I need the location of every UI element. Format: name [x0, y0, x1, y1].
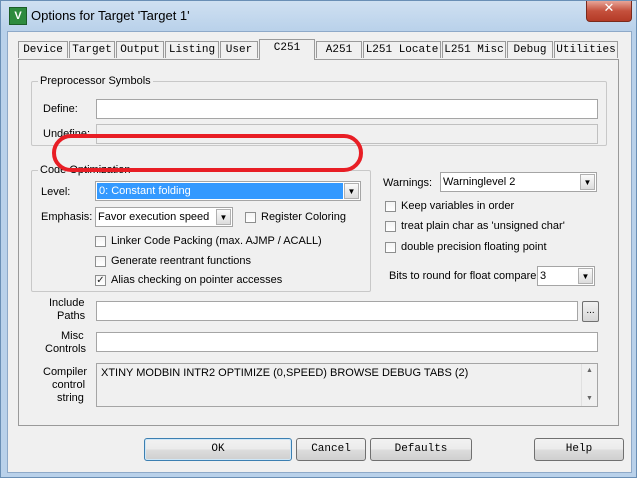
include-label-line1: Include	[49, 297, 85, 309]
warnings-label: Warnings:	[383, 177, 433, 189]
tab-target[interactable]: Target	[69, 41, 115, 58]
code-optimization-legend: Code Optimization	[40, 164, 131, 176]
compiler-label-line1: Compiler	[43, 366, 88, 378]
tab-l251-misc[interactable]: L251 Misc	[442, 41, 506, 58]
reentrant-checkbox[interactable]	[95, 256, 106, 267]
emphasis-select[interactable]: Favor execution speed ▼	[95, 207, 233, 227]
compiler-label-line2: control	[52, 379, 86, 391]
emphasis-label: Emphasis:	[41, 211, 93, 223]
include-label-line2: Paths	[57, 310, 86, 322]
tab-debug[interactable]: Debug	[507, 41, 553, 58]
bits-round-select[interactable]: 3 ▼	[537, 266, 595, 286]
dialog-client: Device Target Output Listing User C251 A…	[7, 31, 632, 473]
chevron-down-icon[interactable]: ▼	[578, 268, 593, 284]
chevron-down-icon[interactable]: ▼	[580, 174, 595, 190]
keep-variables-label: Keep variables in order	[401, 200, 515, 212]
emphasis-value: Favor execution speed	[98, 211, 210, 223]
preprocessor-legend: Preprocessor Symbols	[40, 75, 151, 87]
define-label: Define:	[43, 103, 78, 115]
define-input[interactable]	[96, 99, 598, 119]
optimization-level-value: 0: Constant folding	[97, 183, 343, 199]
level-label: Level:	[41, 186, 71, 198]
tab-user[interactable]: User	[220, 41, 258, 58]
compiler-control-string: XTINY MODBIN INTR2 OPTIMIZE (0,SPEED) BR…	[96, 363, 598, 407]
scroll-up-icon[interactable]: ▲	[582, 364, 597, 378]
close-button[interactable]: ✕	[586, 1, 632, 22]
reentrant-label: Generate reentrant functions	[111, 255, 252, 267]
linker-packing-label: Linker Code Packing (max. AJMP / ACALL)	[111, 235, 322, 247]
tab-listing[interactable]: Listing	[165, 41, 219, 58]
tab-output[interactable]: Output	[116, 41, 164, 58]
scroll-down-icon[interactable]: ▼	[582, 392, 597, 406]
misc-controls-input[interactable]	[96, 332, 598, 352]
bits-round-label: Bits to round for float compare:	[389, 270, 540, 282]
undefine-label: Undefine:	[43, 128, 91, 140]
compiler-string-text: XTINY MODBIN INTR2 OPTIMIZE (0,SPEED) BR…	[101, 367, 469, 379]
plain-char-checkbox[interactable]	[385, 221, 396, 232]
warnings-select[interactable]: Warninglevel 2 ▼	[440, 172, 597, 192]
compiler-string-scrollbar[interactable]: ▲ ▼	[581, 364, 597, 406]
defaults-button[interactable]: Defaults	[370, 438, 472, 461]
tab-utilities[interactable]: Utilities	[554, 41, 618, 58]
include-paths-input[interactable]	[96, 301, 578, 321]
browse-include-button[interactable]: ...	[582, 301, 599, 322]
double-precision-checkbox[interactable]	[385, 242, 396, 253]
compiler-label-line3: string	[57, 392, 84, 404]
tab-l251-locate[interactable]: L251 Locate	[363, 41, 441, 58]
alias-checking-checkbox[interactable]: ✓	[95, 275, 106, 286]
warnings-value: Warninglevel 2	[443, 176, 516, 188]
misc-label-line1: Misc	[61, 330, 84, 342]
tab-device[interactable]: Device	[18, 41, 68, 58]
cancel-button[interactable]: Cancel	[296, 438, 366, 461]
optimization-level-select[interactable]: 0: Constant folding ▼	[95, 181, 361, 201]
tab-a251[interactable]: A251	[316, 41, 362, 58]
undefine-input[interactable]	[96, 124, 598, 144]
bits-round-value: 3	[540, 270, 547, 282]
app-icon: V	[9, 7, 27, 25]
keep-variables-checkbox[interactable]	[385, 201, 396, 212]
checkmark-icon: ✓	[96, 275, 105, 286]
misc-label-line2: Controls	[45, 343, 86, 355]
c251-tab-panel: Preprocessor Symbols Define: Undefine: C…	[18, 59, 619, 426]
window-title: Options for Target 'Target 1'	[31, 8, 190, 23]
plain-char-label: treat plain char as 'unsigned char'	[401, 220, 565, 232]
tab-c251[interactable]: C251	[259, 39, 315, 60]
chevron-down-icon[interactable]: ▼	[344, 183, 359, 199]
alias-checking-label: Alias checking on pointer accesses	[111, 274, 283, 286]
register-coloring-checkbox[interactable]	[245, 212, 256, 223]
register-coloring-label: Register Coloring	[261, 211, 346, 223]
help-button[interactable]: Help	[534, 438, 624, 461]
linker-packing-checkbox[interactable]	[95, 236, 106, 247]
options-dialog: V Options for Target 'Target 1' ✕ Device…	[0, 0, 637, 478]
title-bar[interactable]: V Options for Target 'Target 1' ✕	[1, 1, 636, 31]
double-precision-label: double precision floating point	[401, 241, 547, 253]
ok-button[interactable]: OK	[144, 438, 292, 461]
chevron-down-icon[interactable]: ▼	[216, 209, 231, 225]
